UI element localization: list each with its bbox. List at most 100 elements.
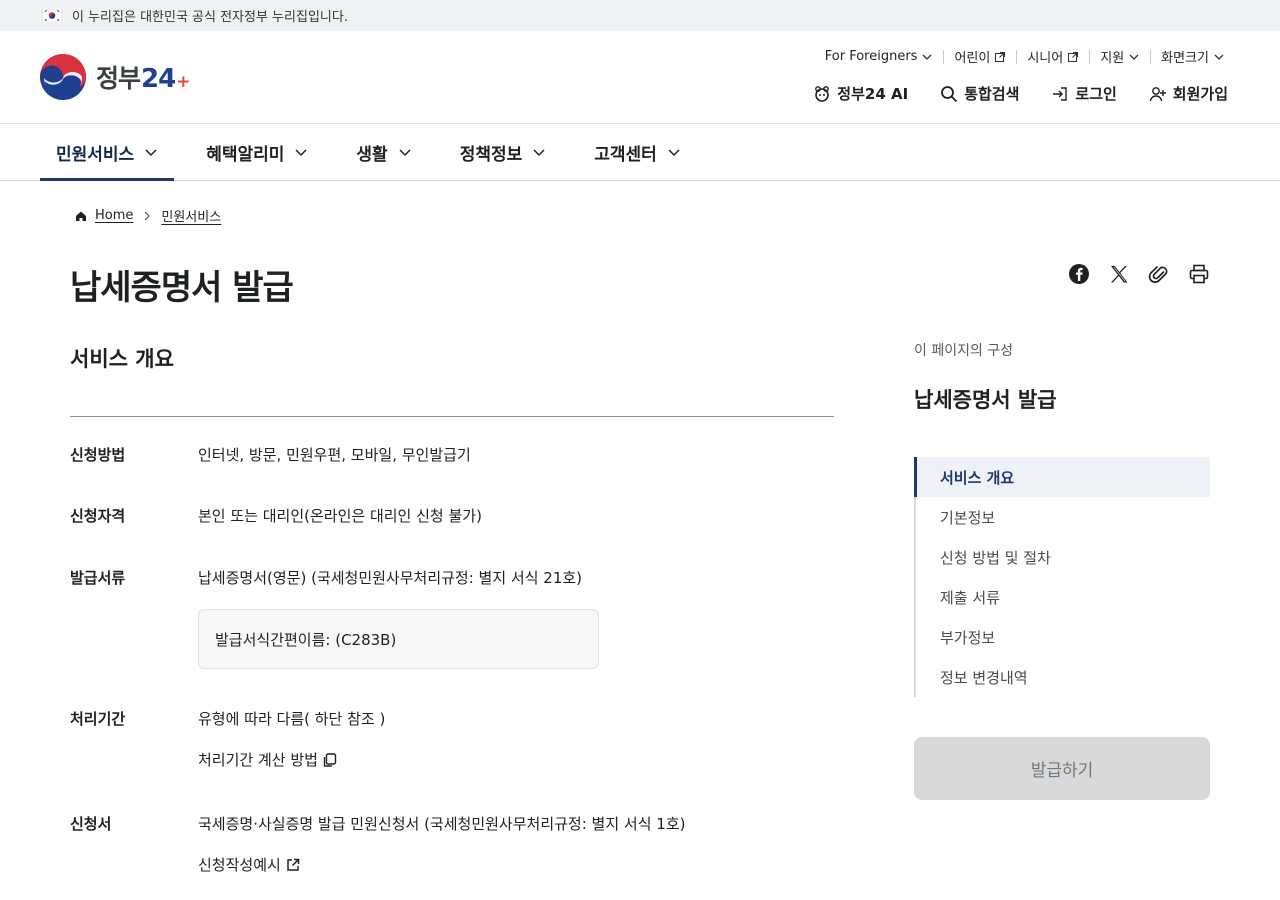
row-form: 신청서 국세증명·사실증명 발급 민원신청서 (국세청민원사무처리규정: 별지 … <box>70 813 834 876</box>
util-label: For Foreigners <box>824 49 918 64</box>
row-label: 신청자격 <box>70 507 126 525</box>
util-senior[interactable]: 시니어 <box>1017 47 1089 66</box>
main-navigation: 민원서비스 혜택알리미 생활 정책정보 고객센터 <box>0 124 1280 181</box>
search-icon <box>941 85 958 102</box>
nav-label: 정책정보 <box>459 144 523 165</box>
logo-number: 24 <box>141 64 176 94</box>
breadcrumb: Home 민원서비스 <box>75 206 221 225</box>
row-qualification: 신청자격 본인 또는 대리인(온라인은 대리인 신청 불가) <box>70 505 834 527</box>
breadcrumb-current[interactable]: 민원서비스 <box>161 206 221 225</box>
nav-label: 생활 <box>356 144 388 165</box>
chevron-down-icon <box>399 149 411 157</box>
breadcrumb-home[interactable]: Home <box>95 208 133 223</box>
util-for-foreigners[interactable]: For Foreigners <box>815 49 944 64</box>
copy-icon <box>323 753 337 767</box>
row-label: 발급서류 <box>70 569 126 587</box>
chevron-down-icon <box>145 149 157 157</box>
row-documents: 발급서류 납세증명서(영문) (국세청민원사무처리규정: 별지 서식 21호) … <box>70 567 834 669</box>
search-button[interactable]: 통합검색 <box>940 83 1019 104</box>
util-label: 화면크기 <box>1161 51 1209 66</box>
row-value: 본인 또는 대리인(온라인은 대리인 신청 불가) <box>198 507 482 525</box>
login-icon <box>1053 86 1068 101</box>
form-example-label: 신청작성예시 <box>198 856 281 874</box>
logo-plus: + <box>176 72 190 92</box>
header: 정부 24 + For Foreigners 어린이 시니어 지원 화면크기 정… <box>0 31 1280 124</box>
toc-item-overview[interactable]: 서비스 개요 <box>914 457 1210 497</box>
signup-label: 회원가입 <box>1172 85 1228 103</box>
signup-button[interactable]: 회원가입 <box>1149 83 1228 104</box>
search-label: 통합검색 <box>964 85 1020 103</box>
row-label: 처리기간 <box>70 710 126 728</box>
external-link-icon <box>287 858 300 871</box>
util-screen-size[interactable]: 화면크기 <box>1151 47 1235 66</box>
gov-banner: 이 누리집은 대한민국 공식 전자정부 누리집입니다. <box>0 0 1280 31</box>
row-value: 국세증명·사실증명 발급 민원신청서 (국세청민원사무처리규정: 별지 서식 1… <box>198 815 686 833</box>
gov-emblem-icon <box>40 54 86 100</box>
form-name-text: 발급서식간편이름: (C283B) <box>215 630 397 649</box>
ai-button[interactable]: 정부24 AI <box>813 83 908 104</box>
section-title: 서비스 개요 <box>70 347 174 371</box>
nav-label: 혜택알리미 <box>206 144 285 165</box>
share-toolbar <box>1068 263 1210 285</box>
util-label: 시니어 <box>1027 51 1064 66</box>
row-method: 신청방법 인터넷, 방문, 민원우편, 모바일, 무인발급기 <box>70 444 834 466</box>
facebook-icon[interactable] <box>1068 263 1090 285</box>
toc-item-procedure[interactable]: 신청 방법 및 절차 <box>916 537 1210 577</box>
add-user-icon <box>1149 86 1166 101</box>
form-name-box: 발급서식간편이름: (C283B) <box>198 609 599 669</box>
nav-policy-info[interactable]: 정책정보 <box>444 124 563 180</box>
row-period: 처리기간 유형에 따라 다름( 하단 참조 ) 처리기간 계산 방법 <box>70 708 834 771</box>
external-link-icon <box>1068 51 1079 62</box>
chevron-down-icon <box>1129 54 1139 60</box>
toc-item-documents[interactable]: 제출 서류 <box>916 577 1210 617</box>
period-calc-label: 처리기간 계산 방법 <box>198 751 318 769</box>
util-support[interactable]: 지원 <box>1090 47 1150 66</box>
row-value: 인터넷, 방문, 민원우편, 모바일, 무인발급기 <box>198 446 471 464</box>
chevron-down-icon <box>295 149 307 157</box>
print-icon[interactable] <box>1188 263 1210 285</box>
x-icon[interactable] <box>1108 263 1130 285</box>
header-actions: 정부24 AI 통합검색 로그인 회원가입 <box>781 83 1228 104</box>
nav-label: 민원서비스 <box>56 144 135 165</box>
row-label: 신청서 <box>70 815 112 833</box>
period-calc-link[interactable]: 처리기간 계산 방법 <box>198 749 385 771</box>
login-label: 로그인 <box>1075 85 1117 103</box>
site-logo[interactable]: 정부 24 + <box>40 54 190 100</box>
link-icon[interactable] <box>1148 263 1170 285</box>
util-kids[interactable]: 어린이 <box>944 47 1016 66</box>
korea-flag-icon <box>42 9 62 22</box>
login-button[interactable]: 로그인 <box>1051 83 1117 104</box>
row-label: 신청방법 <box>70 446 126 464</box>
chevron-right-icon <box>144 211 151 220</box>
utility-menu: For Foreigners 어린이 시니어 지원 화면크기 <box>815 47 1235 66</box>
toc-item-history[interactable]: 정보 변경내역 <box>916 657 1210 697</box>
logo-word: 정부 <box>96 64 141 93</box>
chevron-down-icon <box>668 149 680 157</box>
sidebar-caption: 이 페이지의 구성 <box>914 343 1014 359</box>
nav-label: 고객센터 <box>594 144 657 165</box>
form-example-link[interactable]: 신청작성예시 <box>198 854 685 876</box>
overview-table: 신청방법 인터넷, 방문, 민원우편, 모바일, 무인발급기 신청자격 본인 또… <box>70 444 834 876</box>
nav-benefit-alarm[interactable]: 혜택알리미 <box>190 124 324 180</box>
ai-icon <box>815 85 830 102</box>
page-title: 납세증명서 발급 <box>70 268 294 308</box>
home-icon <box>76 211 86 221</box>
toc-item-basic-info[interactable]: 기본정보 <box>916 497 1210 537</box>
page-toc: 서비스 개요 기본정보 신청 방법 및 절차 제출 서류 부가정보 정보 변경내… <box>914 457 1210 697</box>
nav-civil-service[interactable]: 민원서비스 <box>40 124 175 181</box>
row-value: 유형에 따라 다름( 하단 참조 ) <box>198 710 386 728</box>
util-label: 지원 <box>1100 51 1125 66</box>
chevron-down-icon <box>922 54 932 60</box>
chevron-down-icon <box>533 149 545 157</box>
nav-life[interactable]: 생활 <box>340 124 427 180</box>
section-divider <box>70 416 834 417</box>
nav-customer-center[interactable]: 고객센터 <box>578 124 697 180</box>
issue-button[interactable]: 발급하기 <box>914 737 1210 800</box>
sidebar-title: 납세증명서 발급 <box>914 388 1057 412</box>
toc-item-additional[interactable]: 부가정보 <box>916 617 1210 657</box>
gov-banner-text: 이 누리집은 대한민국 공식 전자정부 누리집입니다. <box>72 10 348 25</box>
ai-label: 정부24 AI <box>837 85 909 103</box>
chevron-down-icon <box>1214 54 1224 60</box>
row-value: 납세증명서(영문) (국세청민원사무처리규정: 별지 서식 21호) <box>198 569 583 587</box>
util-label: 어린이 <box>954 51 991 66</box>
